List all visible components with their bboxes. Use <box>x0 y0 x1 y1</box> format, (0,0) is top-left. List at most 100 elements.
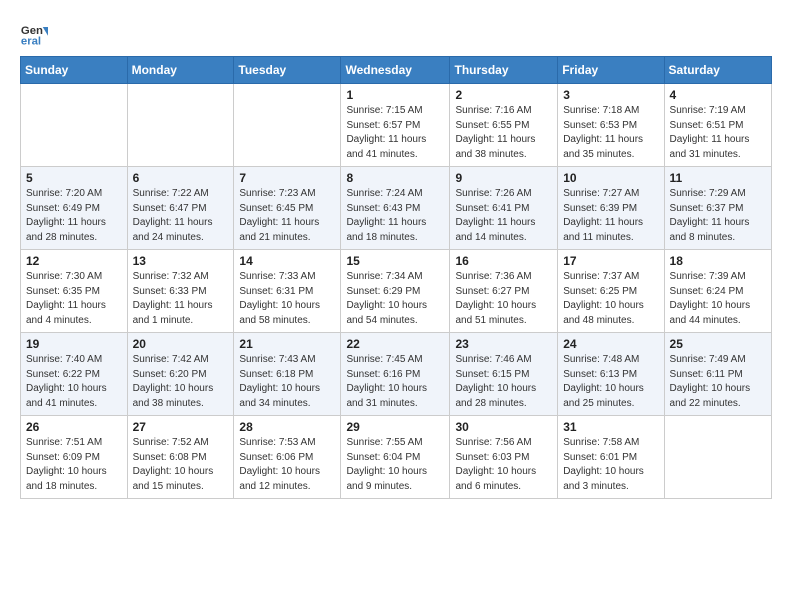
calendar-cell: 15 Sunrise: 7:34 AM Sunset: 6:29 PM Dayli… <box>341 250 450 333</box>
day-number: 2 <box>455 88 552 102</box>
calendar-cell: 16 Sunrise: 7:36 AM Sunset: 6:27 PM Dayli… <box>450 250 558 333</box>
day-info: Sunrise: 7:18 AM Sunset: 6:53 PM Dayligh… <box>563 104 658 162</box>
svg-text:eral: eral <box>21 36 41 48</box>
calendar-cell: 6 Sunrise: 7:22 AM Sunset: 6:47 PM Daylig… <box>127 167 234 250</box>
day-number: 13 <box>133 254 229 268</box>
day-number: 23 <box>455 337 552 351</box>
day-info: Sunrise: 7:22 AM Sunset: 6:47 PM Dayligh… <box>133 187 229 245</box>
calendar-cell: 1 Sunrise: 7:15 AM Sunset: 6:57 PM Daylig… <box>341 84 450 167</box>
calendar-cell: 11Sunrise: 7:29 AM Sunset: 6:37 PM Dayli… <box>664 167 771 250</box>
calendar-cell: 17Sunrise: 7:37 AM Sunset: 6:25 PM Dayli… <box>558 250 664 333</box>
day-number: 6 <box>133 171 229 185</box>
day-info: Sunrise: 7:53 AM Sunset: 6:06 PM Dayligh… <box>239 436 335 494</box>
header: Gen eral <box>20 16 772 48</box>
calendar-cell <box>127 84 234 167</box>
calendar-cell <box>234 84 341 167</box>
calendar-cell <box>21 84 128 167</box>
calendar-cell: 8Sunrise: 7:24 AM Sunset: 6:43 PM Daylig… <box>341 167 450 250</box>
day-number: 21 <box>239 337 335 351</box>
day-info: Sunrise: 7:32 AM Sunset: 6:33 PM Dayligh… <box>133 270 229 328</box>
day-number: 1 <box>346 88 444 102</box>
day-number: 24 <box>563 337 658 351</box>
day-info: Sunrise: 7:24 AM Sunset: 6:43 PM Dayligh… <box>346 187 444 245</box>
day-number: 18 <box>670 254 766 268</box>
day-info: Sunrise: 7:23 AM Sunset: 6:45 PM Dayligh… <box>239 187 335 245</box>
calendar-cell: 13 Sunrise: 7:32 AM Sunset: 6:33 PM Dayli… <box>127 250 234 333</box>
day-info: Sunrise: 7:39 AM Sunset: 6:24 PM Dayligh… <box>670 270 766 328</box>
calendar-cell: 18 Sunrise: 7:39 AM Sunset: 6:24 PM Dayli… <box>664 250 771 333</box>
calendar-cell: 25 Sunrise: 7:49 AM Sunset: 6:11 PM Dayli… <box>664 333 771 416</box>
calendar-cell: 12Sunrise: 7:30 AM Sunset: 6:35 PM Dayli… <box>21 250 128 333</box>
calendar-cell: 4 Sunrise: 7:19 AM Sunset: 6:51 PM Daylig… <box>664 84 771 167</box>
day-number: 3 <box>563 88 658 102</box>
calendar-cell: 28 Sunrise: 7:53 AM Sunset: 6:06 PM Dayli… <box>234 416 341 499</box>
day-number: 25 <box>670 337 766 351</box>
calendar-cell: 29Sunrise: 7:55 AM Sunset: 6:04 PM Dayli… <box>341 416 450 499</box>
week-row-2: 5 Sunrise: 7:20 AM Sunset: 6:49 PM Daylig… <box>21 167 772 250</box>
weekday-header-monday: Monday <box>127 57 234 84</box>
calendar-cell: 3 Sunrise: 7:18 AM Sunset: 6:53 PM Daylig… <box>558 84 664 167</box>
logo-icon: Gen eral <box>20 20 48 48</box>
day-info: Sunrise: 7:45 AM Sunset: 6:16 PM Dayligh… <box>346 353 444 411</box>
day-number: 5 <box>26 171 122 185</box>
calendar-cell: 23 Sunrise: 7:46 AM Sunset: 6:15 PM Dayli… <box>450 333 558 416</box>
calendar-cell <box>664 416 771 499</box>
week-row-5: 26Sunrise: 7:51 AM Sunset: 6:09 PM Dayli… <box>21 416 772 499</box>
day-number: 28 <box>239 420 335 434</box>
day-info: Sunrise: 7:33 AM Sunset: 6:31 PM Dayligh… <box>239 270 335 328</box>
weekday-header-tuesday: Tuesday <box>234 57 341 84</box>
day-info: Sunrise: 7:36 AM Sunset: 6:27 PM Dayligh… <box>455 270 552 328</box>
calendar-table: SundayMondayTuesdayWednesdayThursdayFrid… <box>20 56 772 499</box>
calendar-page: Gen eral SundayMondayTuesdayWednesdayThu… <box>0 0 792 612</box>
day-info: Sunrise: 7:48 AM Sunset: 6:13 PM Dayligh… <box>563 353 658 411</box>
calendar-cell: 7 Sunrise: 7:23 AM Sunset: 6:45 PM Daylig… <box>234 167 341 250</box>
day-info: Sunrise: 7:43 AM Sunset: 6:18 PM Dayligh… <box>239 353 335 411</box>
day-info: Sunrise: 7:19 AM Sunset: 6:51 PM Dayligh… <box>670 104 766 162</box>
day-info: Sunrise: 7:40 AM Sunset: 6:22 PM Dayligh… <box>26 353 122 411</box>
day-info: Sunrise: 7:20 AM Sunset: 6:49 PM Dayligh… <box>26 187 122 245</box>
calendar-cell: 20Sunrise: 7:42 AM Sunset: 6:20 PM Dayli… <box>127 333 234 416</box>
day-number: 4 <box>670 88 766 102</box>
calendar-cell: 9Sunrise: 7:26 AM Sunset: 6:41 PM Daylig… <box>450 167 558 250</box>
weekday-header-thursday: Thursday <box>450 57 558 84</box>
day-number: 11 <box>670 171 766 185</box>
day-number: 22 <box>346 337 444 351</box>
weekday-header-friday: Friday <box>558 57 664 84</box>
day-number: 29 <box>346 420 444 434</box>
weekday-header-row: SundayMondayTuesdayWednesdayThursdayFrid… <box>21 57 772 84</box>
week-row-4: 19Sunrise: 7:40 AM Sunset: 6:22 PM Dayli… <box>21 333 772 416</box>
calendar-cell: 2 Sunrise: 7:16 AM Sunset: 6:55 PM Daylig… <box>450 84 558 167</box>
day-number: 16 <box>455 254 552 268</box>
day-info: Sunrise: 7:49 AM Sunset: 6:11 PM Dayligh… <box>670 353 766 411</box>
calendar-cell: 19Sunrise: 7:40 AM Sunset: 6:22 PM Dayli… <box>21 333 128 416</box>
day-info: Sunrise: 7:15 AM Sunset: 6:57 PM Dayligh… <box>346 104 444 162</box>
weekday-header-saturday: Saturday <box>664 57 771 84</box>
day-info: Sunrise: 7:52 AM Sunset: 6:08 PM Dayligh… <box>133 436 229 494</box>
day-info: Sunrise: 7:46 AM Sunset: 6:15 PM Dayligh… <box>455 353 552 411</box>
calendar-cell: 14 Sunrise: 7:33 AM Sunset: 6:31 PM Dayli… <box>234 250 341 333</box>
week-row-1: 1 Sunrise: 7:15 AM Sunset: 6:57 PM Daylig… <box>21 84 772 167</box>
day-number: 14 <box>239 254 335 268</box>
weekday-header-sunday: Sunday <box>21 57 128 84</box>
day-number: 15 <box>346 254 444 268</box>
calendar-cell: 30 Sunrise: 7:56 AM Sunset: 6:03 PM Dayli… <box>450 416 558 499</box>
day-number: 17 <box>563 254 658 268</box>
day-number: 31 <box>563 420 658 434</box>
calendar-cell: 24 Sunrise: 7:48 AM Sunset: 6:13 PM Dayli… <box>558 333 664 416</box>
day-info: Sunrise: 7:34 AM Sunset: 6:29 PM Dayligh… <box>346 270 444 328</box>
day-number: 20 <box>133 337 229 351</box>
day-number: 26 <box>26 420 122 434</box>
day-info: Sunrise: 7:56 AM Sunset: 6:03 PM Dayligh… <box>455 436 552 494</box>
logo: Gen eral <box>20 20 50 48</box>
day-number: 27 <box>133 420 229 434</box>
calendar-cell: 5 Sunrise: 7:20 AM Sunset: 6:49 PM Daylig… <box>21 167 128 250</box>
day-number: 7 <box>239 171 335 185</box>
weekday-header-wednesday: Wednesday <box>341 57 450 84</box>
calendar-cell: 10Sunrise: 7:27 AM Sunset: 6:39 PM Dayli… <box>558 167 664 250</box>
day-info: Sunrise: 7:26 AM Sunset: 6:41 PM Dayligh… <box>455 187 552 245</box>
day-info: Sunrise: 7:16 AM Sunset: 6:55 PM Dayligh… <box>455 104 552 162</box>
calendar-cell: 26Sunrise: 7:51 AM Sunset: 6:09 PM Dayli… <box>21 416 128 499</box>
day-info: Sunrise: 7:58 AM Sunset: 6:01 PM Dayligh… <box>563 436 658 494</box>
day-number: 30 <box>455 420 552 434</box>
week-row-3: 12Sunrise: 7:30 AM Sunset: 6:35 PM Dayli… <box>21 250 772 333</box>
